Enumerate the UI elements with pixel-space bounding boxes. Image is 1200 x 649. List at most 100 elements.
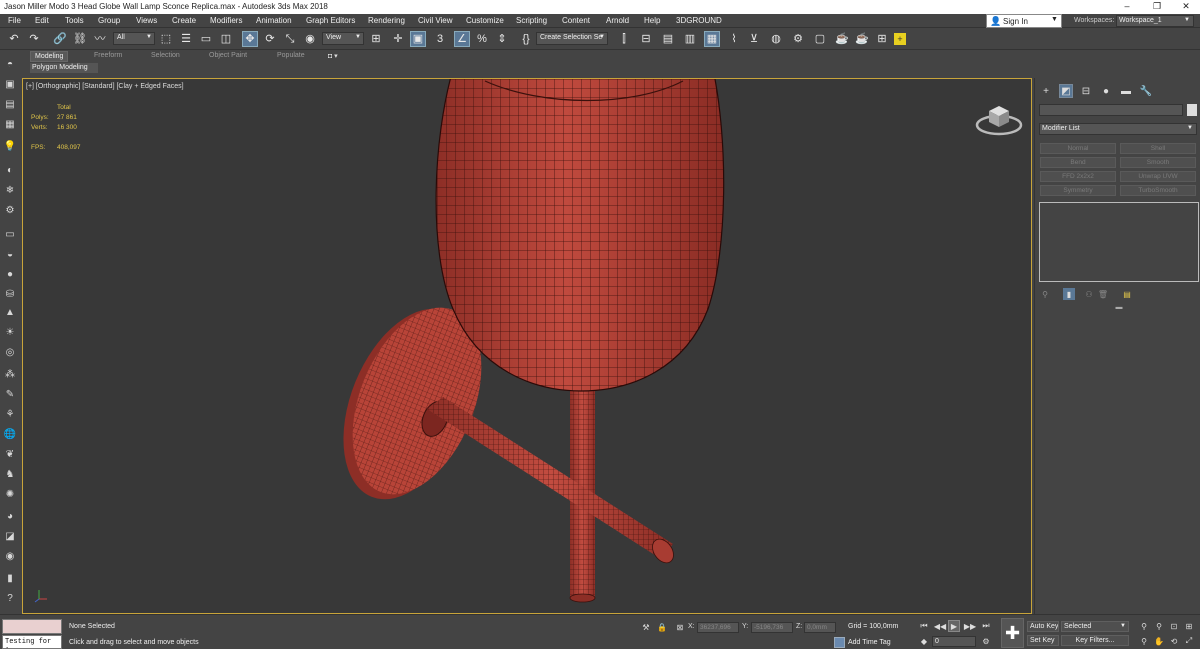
- biped-icon[interactable]: ♞: [3, 467, 17, 481]
- link-icon[interactable]: 🔗: [52, 31, 68, 47]
- object-color-swatch[interactable]: [1187, 104, 1197, 116]
- viewcube-icon[interactable]: [975, 97, 1023, 137]
- tab-object-paint[interactable]: Object Paint: [205, 51, 251, 62]
- menu-edit[interactable]: Edit: [35, 16, 49, 25]
- render-setup-icon[interactable]: ⚙: [790, 31, 806, 47]
- modifier-unwrap-uvw-button[interactable]: Unwrap UVW: [1120, 171, 1196, 182]
- menu-3dground[interactable]: 3DGROUND: [676, 16, 722, 25]
- globe-icon[interactable]: 🌐: [3, 427, 17, 441]
- time-configuration-icon[interactable]: ⚙: [980, 635, 992, 647]
- percent-snap-icon[interactable]: %: [474, 31, 490, 47]
- z-coordinate-field[interactable]: 0,0mm: [804, 622, 836, 633]
- hide-icon[interactable]: ◐: [3, 163, 17, 177]
- menu-arnold[interactable]: Arnold: [606, 16, 629, 25]
- display-panel-icon[interactable]: ▬: [1119, 84, 1133, 98]
- utilities-panel-icon[interactable]: 🔧: [1139, 84, 1153, 98]
- menu-help[interactable]: Help: [644, 16, 660, 25]
- align-icon[interactable]: ⊟: [638, 31, 654, 47]
- render-in-cloud-icon[interactable]: ⊞: [874, 31, 890, 47]
- modify-panel-icon[interactable]: ◩: [1059, 84, 1073, 98]
- pivot-center-icon[interactable]: ⊞: [368, 31, 384, 47]
- angle-snap-icon[interactable]: ∠: [454, 31, 470, 47]
- make-unique-icon[interactable]: ⚇: [1083, 288, 1095, 300]
- helper-icon[interactable]: ⚘: [3, 407, 17, 421]
- modifier-bend-button[interactable]: Bend: [1040, 157, 1116, 168]
- select-and-move-icon[interactable]: ✥: [242, 31, 258, 47]
- close-button[interactable]: ✕: [1171, 0, 1200, 14]
- lamp-arm[interactable]: [427, 397, 678, 567]
- sphere-icon[interactable]: ●: [3, 267, 17, 281]
- show-end-result-icon[interactable]: ▮: [1063, 288, 1075, 300]
- select-and-rotate-icon[interactable]: ⟳: [262, 31, 278, 47]
- modifier-ffd-button[interactable]: FFD 2x2x2: [1040, 171, 1116, 182]
- select-and-scale-icon[interactable]: ⤡: [282, 31, 298, 47]
- next-frame-icon[interactable]: ▶▶: [964, 620, 976, 632]
- sign-in-button[interactable]: 👤 Sign In ▼: [986, 14, 1062, 28]
- menu-animation[interactable]: Animation: [256, 16, 292, 25]
- zoom-extents-icon[interactable]: ⊡: [1168, 620, 1180, 632]
- axis-constraint-icon[interactable]: ✛: [390, 31, 406, 47]
- object-name-field[interactable]: [1039, 104, 1183, 116]
- edit-named-selection-icon[interactable]: {}: [518, 31, 534, 47]
- render-sphere-icon[interactable]: ◕: [3, 509, 17, 523]
- help-icon[interactable]: ?: [3, 591, 17, 605]
- select-object-icon[interactable]: ⬚: [158, 31, 174, 47]
- zoom-extents-all-icon[interactable]: ⊞: [1183, 620, 1195, 632]
- set-key-button[interactable]: Set Key: [1027, 635, 1059, 646]
- arnold-render-icon[interactable]: +: [894, 33, 906, 45]
- render-production-icon[interactable]: ☕: [834, 31, 850, 47]
- light-icon[interactable]: 💡: [3, 139, 17, 153]
- pan-view-icon[interactable]: ✋: [1153, 635, 1165, 647]
- rectangular-selection-icon[interactable]: ▭: [198, 31, 214, 47]
- pin-stack-icon[interactable]: ⚲: [1039, 288, 1051, 300]
- previous-frame-icon[interactable]: ◀◀: [934, 620, 946, 632]
- rig-icon[interactable]: ✺: [3, 487, 17, 501]
- select-by-name-icon[interactable]: ☰: [178, 31, 194, 47]
- torus-icon[interactable]: ◎: [3, 345, 17, 359]
- menu-content[interactable]: Content: [562, 16, 590, 25]
- rendered-frame-window-icon[interactable]: ▢: [812, 31, 828, 47]
- y-coordinate-field[interactable]: -5196,736: [751, 622, 793, 633]
- maxscript-output[interactable]: Testing for :: [2, 635, 62, 649]
- paint-icon[interactable]: ✎: [3, 387, 17, 401]
- go-to-start-icon[interactable]: ⏮: [918, 620, 930, 632]
- go-to-end-icon[interactable]: ⏭: [980, 620, 992, 632]
- auto-key-button[interactable]: Auto Key: [1027, 621, 1059, 632]
- spinner-snap-icon[interactable]: ⇕: [494, 31, 510, 47]
- modifier-turbosmooth-button[interactable]: TurboSmooth: [1120, 185, 1196, 196]
- menu-tools[interactable]: Tools: [65, 16, 84, 25]
- zoom-all-icon[interactable]: ⚲: [1153, 620, 1165, 632]
- hierarchy-panel-icon[interactable]: ⊟: [1079, 84, 1093, 98]
- cone-icon[interactable]: ◒: [3, 247, 17, 261]
- key-mode-toggle-icon[interactable]: ◆: [918, 635, 930, 647]
- zoom-icon[interactable]: ⚲: [1138, 620, 1150, 632]
- leaf-icon[interactable]: ❦: [3, 447, 17, 461]
- menu-group[interactable]: Group: [98, 16, 120, 25]
- keyboard-shortcut-override-icon[interactable]: ▣: [410, 31, 426, 47]
- cylinder-icon[interactable]: ⛁: [3, 287, 17, 301]
- schematic-view-icon[interactable]: ⊻: [746, 31, 762, 47]
- undo-icon[interactable]: ↶: [6, 31, 22, 47]
- color-icon[interactable]: ◉: [3, 549, 17, 563]
- ribbon-toggle-icon[interactable]: ▦: [704, 31, 720, 47]
- pyramid-icon[interactable]: ▲: [3, 305, 17, 319]
- absolute-mode-transform-icon[interactable]: ⊠: [674, 621, 686, 633]
- particles-icon[interactable]: ⁂: [3, 367, 17, 381]
- panel-splitter[interactable]: ▬: [1039, 304, 1199, 312]
- viewport-layout-icon[interactable]: ◓: [3, 57, 17, 71]
- selection-filter[interactable]: All ▼: [113, 32, 155, 45]
- redo-icon[interactable]: ↷: [26, 31, 42, 47]
- reference-coordinate-system[interactable]: View ▼: [322, 32, 364, 45]
- viewport-label-menu[interactable]: [+] [Orthographic] [Standard] [Clay + Ed…: [26, 83, 184, 90]
- tab-populate[interactable]: Populate: [273, 51, 309, 62]
- selection-lock-icon[interactable]: 🔒: [656, 621, 668, 633]
- toggle-scene-explorer-icon[interactable]: ▤: [660, 31, 676, 47]
- maxscript-listener-input[interactable]: [2, 619, 62, 634]
- render-iterative-icon[interactable]: ☕: [854, 31, 870, 47]
- menu-rendering[interactable]: Rendering: [368, 16, 405, 25]
- sun-icon[interactable]: ☀: [3, 325, 17, 339]
- material-icon[interactable]: ◪: [3, 529, 17, 543]
- ribbon-options-icon[interactable]: ◘ ▾: [324, 51, 342, 62]
- battery-icon[interactable]: ▮: [3, 571, 17, 585]
- menu-scripting[interactable]: Scripting: [516, 16, 547, 25]
